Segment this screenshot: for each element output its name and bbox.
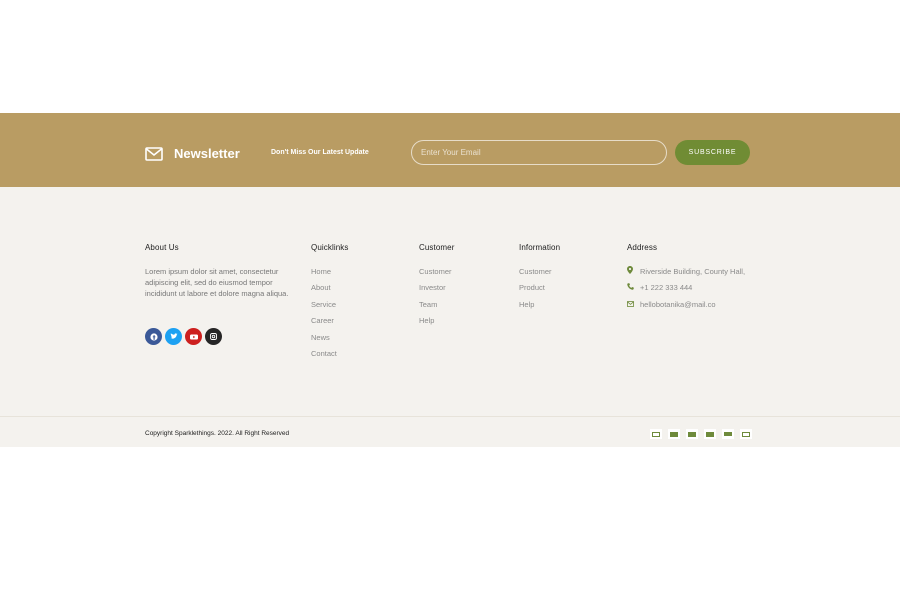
- quicklink-news[interactable]: News: [311, 332, 348, 348]
- information-heading: Information: [519, 243, 561, 252]
- quicklink-home[interactable]: Home: [311, 266, 348, 282]
- address-phone: +1 222 333 444: [627, 282, 745, 298]
- quicklink-career[interactable]: Career: [311, 315, 348, 331]
- copyright-text: Copyright Sparklethings. 2022. All Right…: [145, 430, 290, 437]
- customer-link-team[interactable]: Team: [419, 299, 454, 315]
- quicklinks-heading: Quicklinks: [311, 243, 349, 252]
- information-column: Information Customer Product Help: [519, 243, 560, 315]
- instagram-icon[interactable]: [205, 328, 222, 345]
- customer-link-investor[interactable]: Investor: [419, 282, 454, 298]
- information-link-help[interactable]: Help: [519, 299, 560, 315]
- mail-icon: [145, 146, 163, 161]
- quicklink-service[interactable]: Service: [311, 299, 348, 315]
- customer-heading: Customer: [419, 243, 455, 252]
- footer-bottom-bar: Copyright Sparklethings. 2022. All Right…: [0, 416, 900, 447]
- phone-icon: [627, 282, 635, 293]
- subscribe-button[interactable]: SUBSCRIBE: [675, 140, 750, 165]
- card-icon: [650, 429, 662, 439]
- customer-column: Customer Customer Investor Team Help: [419, 243, 454, 332]
- card-icon: [704, 429, 716, 439]
- customer-link-customer[interactable]: Customer: [419, 266, 454, 282]
- twitter-icon[interactable]: [165, 328, 182, 345]
- about-text: Lorem ipsum dolor sit amet, consectetur …: [145, 267, 289, 298]
- card-icon: [668, 429, 680, 439]
- address-location-text: Riverside Building, County Hall,: [640, 267, 746, 276]
- newsletter-band: Newsletter Don't Miss Our Latest Update …: [0, 113, 900, 187]
- map-pin-icon: [627, 266, 635, 277]
- footer: About Us Lorem ipsum dolor sit amet, con…: [0, 187, 900, 447]
- information-link-product[interactable]: Product: [519, 282, 560, 298]
- quicklink-contact[interactable]: Contact: [311, 348, 348, 364]
- address-email: hellobotanika@mail.co: [627, 299, 745, 315]
- card-icon: [722, 429, 734, 439]
- envelope-icon: [627, 299, 635, 310]
- payment-methods: [650, 429, 758, 439]
- customer-link-help[interactable]: Help: [419, 315, 454, 331]
- email-input[interactable]: [411, 140, 667, 165]
- youtube-icon[interactable]: [185, 328, 202, 345]
- facebook-icon[interactable]: [145, 328, 162, 345]
- address-location: Riverside Building, County Hall,: [627, 266, 745, 282]
- about-heading: About Us: [145, 243, 179, 252]
- card-icon: [740, 429, 752, 439]
- newsletter-heading: Newsletter: [145, 146, 240, 161]
- about-column: About Us Lorem ipsum dolor sit amet, con…: [145, 243, 295, 299]
- card-icon: [686, 429, 698, 439]
- newsletter-title: Newsletter: [174, 146, 240, 161]
- information-link-customer[interactable]: Customer: [519, 266, 560, 282]
- address-column: Address Riverside Building, County Hall,…: [627, 243, 745, 315]
- quicklinks-column: Quicklinks Home About Service Career New…: [311, 243, 348, 364]
- newsletter-tagline: Don't Miss Our Latest Update: [271, 149, 369, 156]
- address-phone-text[interactable]: +1 222 333 444: [640, 282, 692, 293]
- address-heading: Address: [627, 243, 658, 252]
- address-email-text[interactable]: hellobotanika@mail.co: [640, 299, 716, 310]
- quicklink-about[interactable]: About: [311, 282, 348, 298]
- social-links: [145, 328, 225, 345]
